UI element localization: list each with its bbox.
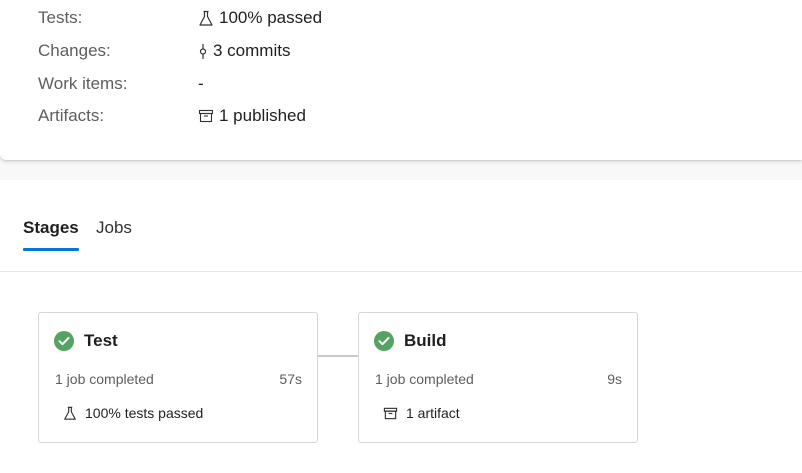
stage-detail[interactable]: 100% tests passed: [63, 405, 203, 421]
stage-status: 1 job completed: [55, 371, 154, 387]
summary-label-artifacts: Artifacts:: [38, 106, 105, 125]
stage-card-test[interactable]: Test 1 job completed 57s 100% tests pass…: [38, 312, 318, 443]
summary-label-changes: Changes:: [38, 41, 111, 60]
artifact-icon: [198, 108, 214, 124]
summary-row-tests: Tests: 100% passed: [38, 6, 322, 30]
success-check-icon: [54, 331, 74, 351]
stage-detail-text: 100% tests passed: [85, 405, 204, 421]
flask-icon: [198, 10, 214, 27]
tab-jobs[interactable]: Jobs: [96, 218, 132, 238]
stage-status: 1 job completed: [375, 371, 474, 387]
summary-row-changes: Changes: 3 commits: [38, 39, 290, 63]
work-items-text: -: [198, 74, 204, 93]
stage-duration: 9s: [607, 371, 622, 387]
stages-pipeline: Test 1 job completed 57s 100% tests pass…: [0, 272, 802, 473]
summary-value-work-items: -: [198, 74, 204, 94]
view-tabs: Stages Jobs: [0, 180, 802, 272]
tab-stages[interactable]: Stages: [23, 218, 79, 251]
stage-header: Build: [374, 331, 447, 351]
summary-row-work-items: Work items: -: [38, 72, 204, 96]
run-summary-card: Tests: 100% passed Changes: 3 commits Wo…: [0, 0, 802, 160]
artifact-icon: [383, 406, 398, 421]
commit-icon: [198, 43, 208, 60]
success-check-icon: [374, 331, 394, 351]
stage-detail-text: 1 artifact: [406, 405, 460, 421]
stage-header: Test: [54, 331, 118, 351]
stage-connector: [318, 355, 358, 357]
stage-title: Test: [84, 331, 118, 350]
stage-card-build[interactable]: Build 1 job completed 9s 1 artifact: [358, 312, 638, 443]
summary-value-changes[interactable]: 3 commits: [198, 41, 290, 61]
flask-icon: [63, 406, 77, 421]
summary-row-artifacts: Artifacts: 1 published: [38, 104, 306, 128]
summary-value-tests[interactable]: 100% passed: [198, 8, 322, 28]
stage-duration: 57s: [279, 371, 302, 387]
artifacts-count-text: 1 published: [219, 106, 306, 125]
tests-result-text: 100% passed: [219, 8, 323, 27]
changes-count-text: 3 commits: [213, 41, 291, 60]
stage-detail[interactable]: 1 artifact: [383, 405, 460, 421]
summary-value-artifacts[interactable]: 1 published: [198, 106, 306, 126]
stage-title: Build: [404, 331, 447, 350]
summary-label-tests: Tests:: [38, 8, 83, 27]
summary-label-work-items: Work items:: [38, 74, 128, 93]
